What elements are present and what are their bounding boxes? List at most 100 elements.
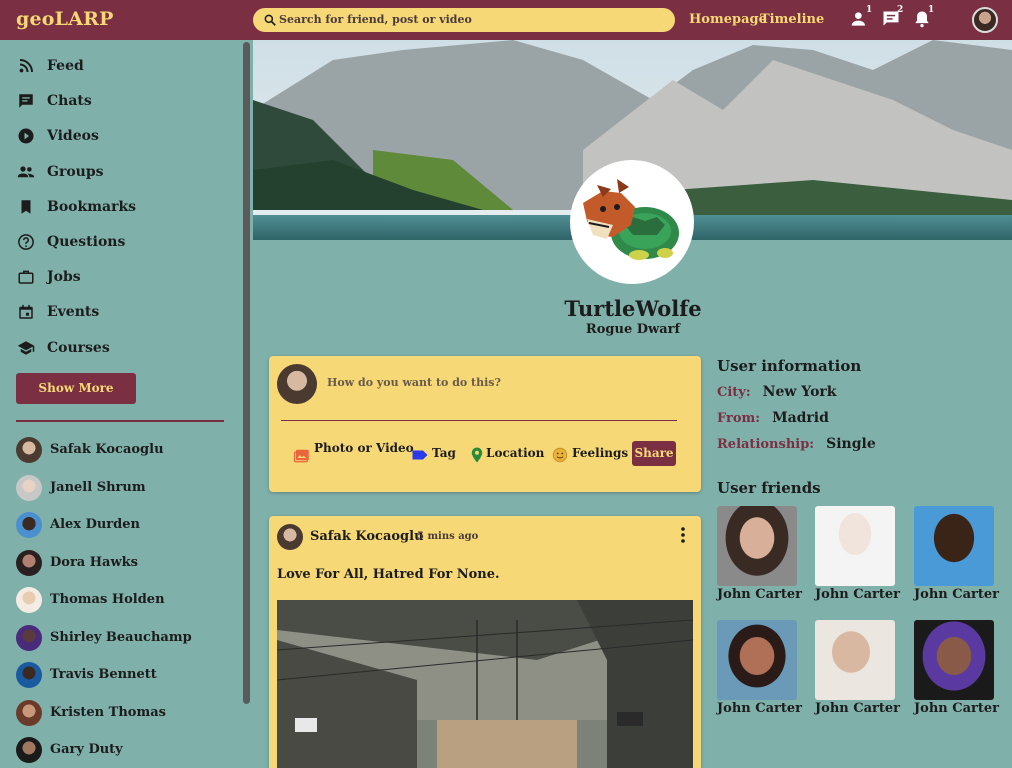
friend-card[interactable]: John Carter bbox=[815, 506, 900, 606]
friend-name: John Carter bbox=[914, 701, 999, 716]
friend-name: John Carter bbox=[717, 701, 802, 716]
user-information-title: User information bbox=[717, 357, 862, 375]
sidebar-friend[interactable]: Shirley Beauchamp bbox=[16, 625, 240, 655]
option-label: Photo or Video bbox=[314, 441, 414, 455]
avatar bbox=[16, 662, 42, 688]
calendar-icon bbox=[19, 304, 33, 319]
friend-name: Dora Hawks bbox=[50, 555, 138, 570]
friend-card[interactable]: John Carter bbox=[914, 506, 999, 606]
avatar bbox=[16, 475, 42, 501]
friend-photo bbox=[815, 506, 895, 586]
info-row-from: From: Madrid bbox=[717, 410, 829, 426]
friend-card[interactable]: John Carter bbox=[914, 620, 999, 720]
bookmark-icon bbox=[21, 200, 31, 214]
friend-photo bbox=[717, 506, 797, 586]
sidebar-item-chats[interactable]: Chats bbox=[0, 86, 240, 116]
feelings-option[interactable]: Feelings bbox=[551, 440, 629, 470]
sidebar-item-events[interactable]: Events bbox=[0, 297, 240, 327]
top-bar: geoLARP Search for friend, post or video… bbox=[0, 0, 1012, 40]
friend-name: Safak Kocaoglu bbox=[50, 442, 164, 457]
post-image[interactable] bbox=[277, 600, 693, 768]
share-button[interactable]: Share bbox=[632, 441, 676, 466]
post-author[interactable]: Safak Kocaoglu bbox=[310, 529, 424, 544]
sidebar-friend[interactable]: Alex Durden bbox=[16, 512, 240, 542]
photo-video-option[interactable]: Photo or Video bbox=[293, 440, 414, 470]
sidebar-friend[interactable]: Travis Bennett bbox=[16, 662, 240, 692]
search-bar[interactable]: Search for friend, post or video bbox=[253, 8, 675, 32]
sidebar-divider bbox=[16, 420, 224, 422]
friend-card[interactable]: John Carter bbox=[815, 620, 900, 720]
chat-icon bbox=[19, 94, 33, 108]
avatar[interactable] bbox=[972, 7, 998, 33]
info-value: New York bbox=[762, 384, 837, 400]
tag-option[interactable]: Tag bbox=[411, 440, 461, 470]
option-label: Tag bbox=[432, 446, 456, 460]
avatar[interactable] bbox=[277, 524, 303, 550]
profile-avatar[interactable] bbox=[570, 160, 694, 284]
app-logo[interactable]: geoLARP bbox=[16, 8, 114, 30]
location-option[interactable]: Location bbox=[468, 440, 545, 470]
sidebar-scrollbar[interactable] bbox=[243, 42, 250, 704]
sidebar-friend[interactable]: Gary Duty bbox=[16, 737, 240, 767]
location-pin-icon bbox=[471, 447, 483, 463]
info-key: City: bbox=[717, 385, 751, 400]
friend-photo bbox=[914, 620, 994, 700]
sidebar-item-label: Videos bbox=[47, 128, 99, 144]
friend-name: Thomas Holden bbox=[50, 592, 165, 607]
composer-divider bbox=[281, 420, 677, 421]
avatar bbox=[277, 364, 317, 404]
friend-name: Janell Shrum bbox=[50, 480, 146, 495]
sidebar-item-label: Jobs bbox=[47, 269, 81, 285]
sidebar-friend[interactable]: Janell Shrum bbox=[16, 475, 240, 505]
sidebar-item-label: Questions bbox=[47, 234, 126, 250]
sidebar-friend[interactable]: Dora Hawks bbox=[16, 550, 240, 580]
sidebar-friend[interactable]: Kristen Thomas bbox=[16, 700, 240, 730]
friend-card[interactable]: John Carter bbox=[717, 620, 802, 720]
messages-badge: 2 bbox=[897, 5, 904, 15]
play-icon bbox=[18, 128, 34, 144]
post-text: Love For All, Hatred For None. bbox=[277, 567, 500, 582]
friend-name: Gary Duty bbox=[50, 742, 123, 757]
info-key: From: bbox=[717, 411, 761, 426]
avatar bbox=[16, 437, 42, 463]
friend-photo bbox=[914, 506, 994, 586]
friend-name: John Carter bbox=[815, 701, 900, 716]
avatar bbox=[16, 587, 42, 613]
more-vert-icon[interactable] bbox=[676, 526, 690, 544]
sidebar-item-label: Groups bbox=[47, 164, 104, 180]
sidebar-item-jobs[interactable]: Jobs bbox=[0, 262, 240, 292]
briefcase-icon bbox=[18, 270, 34, 284]
sidebar-item-questions[interactable]: Questions bbox=[0, 227, 240, 257]
post-composer: How do you want to do this? Photo or Vid… bbox=[269, 356, 701, 492]
show-more-button[interactable]: Show More bbox=[16, 373, 136, 404]
option-label: Feelings bbox=[572, 446, 629, 460]
friend-name: John Carter bbox=[717, 587, 802, 602]
sidebar-item-courses[interactable]: Courses bbox=[0, 333, 240, 363]
post-timestamp: 5 mins ago bbox=[417, 531, 479, 542]
sidebar-friend[interactable]: Thomas Holden bbox=[16, 587, 240, 617]
sidebar-item-label: Chats bbox=[47, 93, 92, 109]
sidebar-friend[interactable]: Safak Kocaoglu bbox=[16, 437, 240, 467]
friend-name: Kristen Thomas bbox=[50, 705, 166, 720]
profile-name: TurtleWolfe bbox=[564, 296, 702, 321]
sidebar-item-label: Courses bbox=[47, 340, 110, 356]
avatar bbox=[16, 550, 42, 576]
friend-name: Travis Bennett bbox=[50, 667, 157, 682]
sidebar-item-videos[interactable]: Videos bbox=[0, 121, 240, 151]
sidebar-item-feed[interactable]: Feed bbox=[0, 51, 240, 81]
search-input[interactable]: Search for friend, post or video bbox=[279, 13, 472, 26]
option-label: Location bbox=[486, 446, 545, 460]
sidebar-item-groups[interactable]: Groups bbox=[0, 157, 240, 187]
friend-card[interactable]: John Carter bbox=[717, 506, 802, 606]
sidebar-item-label: Feed bbox=[47, 58, 84, 74]
friend-name: Shirley Beauchamp bbox=[50, 630, 192, 645]
nav-link-timeline[interactable]: Timeline bbox=[760, 12, 824, 27]
friend-name: Alex Durden bbox=[50, 517, 140, 532]
sidebar-item-bookmarks[interactable]: Bookmarks bbox=[0, 192, 240, 222]
nav-link-homepage[interactable]: Homepage bbox=[689, 12, 767, 27]
emoji-icon bbox=[552, 447, 568, 463]
avatar bbox=[16, 512, 42, 538]
group-icon bbox=[17, 166, 35, 178]
friend-photo bbox=[815, 620, 895, 700]
post-input[interactable]: How do you want to do this? bbox=[327, 376, 501, 389]
